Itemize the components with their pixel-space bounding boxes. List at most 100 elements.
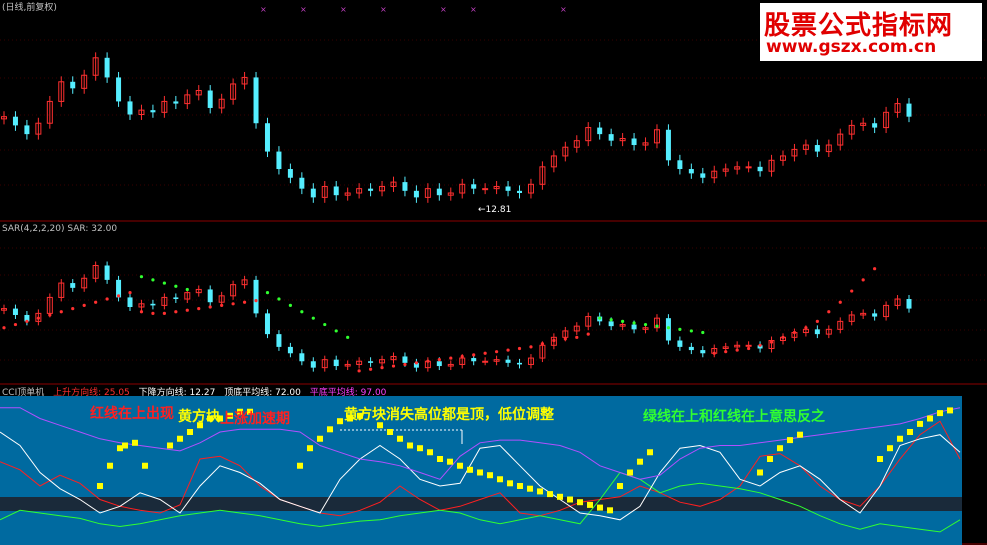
yellow-block bbox=[107, 462, 113, 469]
sar-candle-body bbox=[814, 329, 820, 335]
yellow-block bbox=[307, 445, 313, 452]
yellow-block bbox=[777, 445, 783, 452]
sar-dot-up bbox=[529, 345, 533, 349]
yellow-block bbox=[527, 485, 533, 492]
sar-dot-down bbox=[632, 321, 636, 325]
yellow-block bbox=[557, 493, 563, 500]
sar-dot-up bbox=[506, 348, 510, 352]
sar-dot-down bbox=[678, 327, 682, 331]
sar-dot-up bbox=[747, 346, 751, 351]
sar-dot-up bbox=[781, 335, 785, 339]
sar-dot-up bbox=[850, 289, 854, 293]
yellow-block bbox=[607, 507, 613, 514]
sar-dot-down bbox=[265, 291, 270, 295]
sar-candle-body bbox=[104, 265, 110, 280]
sar-dot-up bbox=[838, 300, 842, 304]
stock-chart: × × × × × × × ←12.81 bbox=[0, 5, 987, 545]
sar-candle-body bbox=[402, 356, 408, 363]
indicator-field-avg: 顶底平均线: 72.00 bbox=[224, 388, 301, 398]
sar-dot-up bbox=[242, 300, 247, 304]
marker-x: × bbox=[260, 5, 267, 14]
sar-dot-up bbox=[472, 353, 476, 357]
price-candle-body bbox=[436, 188, 442, 196]
yellow-block bbox=[337, 418, 343, 425]
watermark-logo: 股票公式指标网 www.gszx.com.cn bbox=[760, 3, 982, 61]
sar-dot-down bbox=[666, 326, 671, 330]
sar-dot-down bbox=[300, 310, 304, 314]
yellow-block bbox=[517, 483, 523, 489]
price-candle-body bbox=[757, 166, 763, 172]
yellow-block bbox=[937, 410, 943, 417]
sar-candle-body bbox=[906, 299, 912, 309]
yellow-block bbox=[547, 491, 553, 498]
price-candle-body bbox=[70, 81, 76, 89]
sar-dot-up bbox=[792, 330, 797, 335]
price-candle-body bbox=[906, 103, 912, 117]
sar-dot-up bbox=[437, 358, 441, 362]
sar-dot-up bbox=[586, 332, 590, 336]
sar-candle-body bbox=[12, 308, 18, 315]
sar-candle-body bbox=[70, 283, 76, 288]
sar-dot-up bbox=[254, 299, 258, 303]
sar-dot-up bbox=[2, 326, 6, 330]
sar-candle-body bbox=[264, 313, 270, 335]
sar-dot-up bbox=[827, 310, 831, 314]
sar-candle-body bbox=[677, 340, 683, 347]
sar-candle-body bbox=[471, 358, 477, 362]
yellow-block bbox=[142, 462, 148, 469]
sar-dot-up bbox=[494, 350, 499, 354]
annotation-red-line: 红线在上出现 bbox=[90, 406, 174, 422]
indicator-field-rise: 上升方向线: 25.05 bbox=[53, 388, 130, 398]
price-candle-body bbox=[814, 145, 820, 152]
yellow-block bbox=[627, 469, 633, 476]
marker-x: × bbox=[380, 5, 387, 14]
sar-dot-down bbox=[174, 284, 178, 288]
price-candle-body bbox=[127, 101, 133, 115]
sar-dot-up bbox=[116, 294, 121, 298]
sar-dot-up bbox=[426, 359, 430, 363]
sar-dot-up bbox=[128, 291, 132, 295]
sar-dot-up bbox=[220, 303, 224, 308]
sar-dot-up bbox=[71, 306, 75, 311]
watermark-url: www.gszx.com.cn bbox=[766, 37, 937, 57]
yellow-block bbox=[647, 449, 653, 456]
price-candle-body bbox=[333, 186, 339, 196]
yellow-block bbox=[537, 488, 543, 495]
sar-candle-body bbox=[287, 346, 293, 354]
sar-dot-up bbox=[357, 369, 361, 373]
sar-dot-up bbox=[552, 338, 556, 343]
sar-dot-up bbox=[724, 350, 728, 354]
sar-dot-up bbox=[804, 326, 808, 330]
sar-dot-down bbox=[288, 303, 292, 308]
sar-dot-down bbox=[609, 318, 613, 322]
yellow-block bbox=[887, 445, 893, 452]
price-candles bbox=[1, 52, 912, 203]
sar-candle-body bbox=[150, 303, 156, 306]
yellow-block bbox=[577, 499, 583, 506]
yellow-block bbox=[587, 501, 593, 508]
marker-x: × bbox=[470, 5, 477, 14]
sar-dot-down bbox=[334, 329, 338, 333]
sar-candle-body bbox=[436, 361, 442, 367]
price-candle-body bbox=[665, 129, 671, 161]
indicator-field-fall: 下降方向线: 12.27 bbox=[138, 388, 216, 398]
price-candle-body bbox=[150, 110, 156, 113]
sar-candle-body bbox=[482, 360, 489, 363]
marker-x: × bbox=[440, 5, 447, 14]
yellow-block bbox=[487, 472, 493, 479]
sar-candle-body bbox=[173, 297, 179, 300]
yellow-block bbox=[132, 439, 138, 446]
price-candle-body bbox=[12, 116, 18, 126]
price-candle-body bbox=[287, 169, 293, 178]
yellow-block bbox=[187, 429, 193, 435]
sar-dot-up bbox=[82, 303, 86, 308]
sar-candle-body bbox=[299, 353, 305, 362]
sar-dot-up bbox=[105, 297, 109, 301]
yellow-block bbox=[437, 456, 443, 462]
sar-dot-up bbox=[208, 305, 212, 309]
indicator-field-flat: 平底平均线: 97.00 bbox=[309, 388, 387, 398]
price-candle-body bbox=[872, 123, 878, 128]
sar-candle-body bbox=[253, 279, 259, 314]
sar-dot-up bbox=[563, 337, 567, 341]
sar-dot-down bbox=[346, 335, 350, 339]
